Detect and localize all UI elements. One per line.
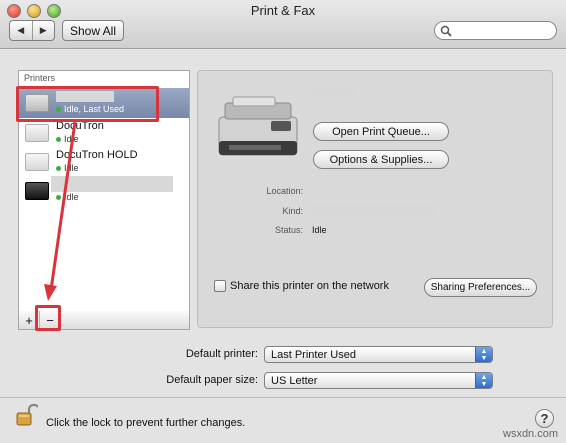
nav-segment: ◀ ▶ [9,20,55,41]
printer-icon [25,124,49,142]
watermark: wsxdn.com [503,428,559,440]
status-value: Idle [312,225,327,235]
popup-arrows-icon: ▲ ▼ [475,373,492,388]
search-input[interactable] [434,21,557,40]
status-label: Status: [274,225,303,235]
location-label: Location: [266,186,303,196]
printer-name: DocuTron HOLD [56,149,138,161]
printer-item-redacted[interactable]: Idle [19,176,189,206]
default-printer-select[interactable]: Last Printer Used ▲ ▼ [264,346,493,363]
printers-header: Printers [24,73,56,83]
printer-status-text: Idle [64,134,79,144]
help-button[interactable]: ? [535,409,554,428]
default-paper-size-value: US Letter [271,375,318,387]
title-bar: Print & Fax ◀ ▶ Show All [0,0,566,49]
forward-icon[interactable]: ▶ [31,21,55,40]
printer-status: Idle [56,163,79,173]
printer-item-docutron-hold[interactable]: DocuTron HOLD Idle [19,147,189,177]
options-supplies-button[interactable]: Options & Supplies... [313,150,449,169]
selected-printer-highlight [16,86,159,122]
printer-item-docutron[interactable]: DocuTron Idle [19,118,189,148]
sharing-preferences-button[interactable]: Sharing Preferences... [424,278,537,297]
printer-status: Idle [56,134,79,144]
printer-status-text: Idle [64,163,79,173]
kind-label: Kind: [282,206,303,216]
status-dot-icon [56,137,61,143]
printer-image-icon [218,96,298,156]
lock-icon[interactable] [16,403,38,427]
redacted-printer-name [51,176,173,192]
default-paper-size-select[interactable]: US Letter ▲ ▼ [264,372,493,389]
default-paper-size-label: Default paper size: [166,374,258,386]
print-fax-window: Print & Fax ◀ ▶ Show All Idle, Last Used… [0,0,566,443]
show-all-button[interactable]: Show All [62,20,124,41]
printer-status-text: Idle [64,192,79,202]
default-printer-label: Default printer: [185,348,258,360]
footer-divider [0,397,566,398]
remove-button-highlight [35,305,61,331]
share-label: Share this printer on the network [230,280,389,292]
lock-message: Click the lock to prevent further change… [46,417,246,429]
redacted-detail-name [310,87,356,99]
back-icon[interactable]: ◀ [10,21,32,40]
status-dot-icon [56,195,61,201]
popup-arrows-icon: ▲ ▼ [475,347,492,362]
share-printer-option[interactable]: Share this printer on the network [214,280,389,292]
search-icon [440,25,452,37]
share-checkbox[interactable] [214,280,226,292]
printer-icon [25,153,49,171]
default-printer-value: Last Printer Used [271,349,356,361]
printer-status: Idle [56,192,79,202]
open-print-queue-button[interactable]: Open Print Queue... [313,122,449,141]
redacted-kind-value [310,204,436,217]
status-dot-icon [56,166,61,172]
window-title: Print & Fax [250,3,316,18]
printer-icon [25,182,49,200]
